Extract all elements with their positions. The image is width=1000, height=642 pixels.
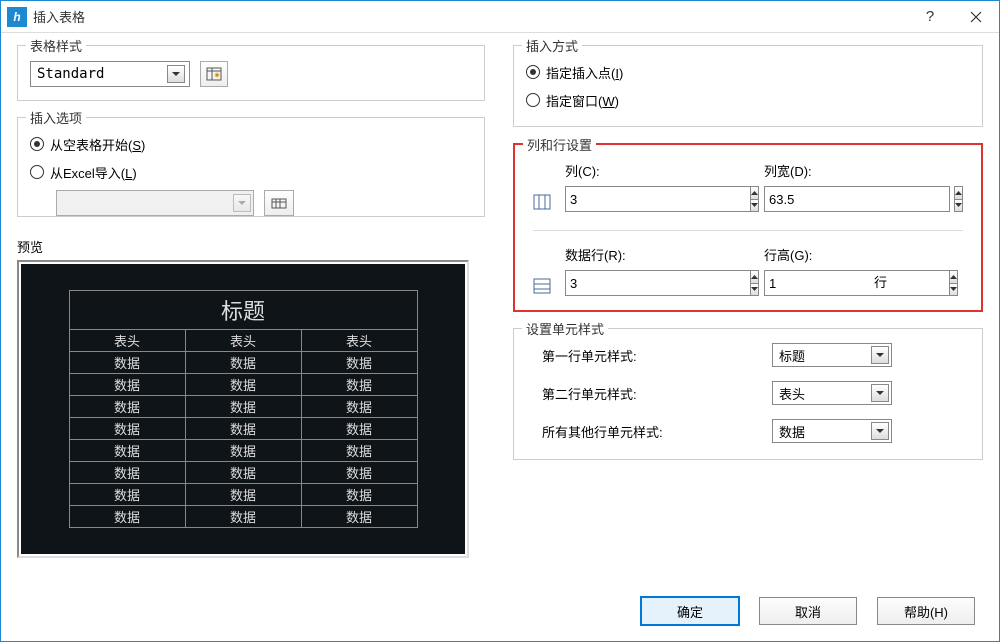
- divider: [533, 230, 963, 231]
- col-width-label: 列宽(D):: [764, 161, 963, 180]
- spinner-icon[interactable]: [954, 186, 963, 212]
- insert-options-group: 插入选项 从空表格开始(S) 从Excel导入(L): [17, 117, 485, 217]
- window-title: 插入表格: [33, 7, 907, 26]
- data-rows-label: 数据行(R):: [565, 245, 764, 264]
- radio-icon: [526, 93, 540, 107]
- chevron-down-icon[interactable]: [167, 65, 185, 83]
- chevron-down-icon: [233, 194, 251, 212]
- row-height-suffix: 行: [874, 270, 887, 296]
- row1-style-dropdown[interactable]: 标题: [772, 343, 892, 367]
- insert-mode-group: 插入方式 指定插入点(I) 指定窗口(W): [513, 45, 983, 127]
- cell-style-legend: 设置单元样式: [522, 319, 608, 338]
- cancel-button[interactable]: 取消: [759, 597, 857, 625]
- launch-style-button[interactable]: [200, 61, 228, 87]
- chevron-down-icon[interactable]: [871, 346, 889, 364]
- cell-style-group: 设置单元样式 第一行单元样式: 标题 第二行单元样式: 表头 所有其他行单元样式…: [513, 328, 983, 460]
- col-width-field[interactable]: [764, 186, 950, 212]
- preview-group: 预览 标题 表头表头表头 数据数据数据 数据数据数据 数据数据数据 数据数据数据…: [17, 233, 485, 558]
- spinner-icon[interactable]: [750, 186, 759, 212]
- cols-field[interactable]: [565, 186, 750, 212]
- browse-excel-button[interactable]: [264, 190, 294, 216]
- col-row-group: 列和行设置 列(C): 列宽(D):: [513, 143, 983, 312]
- ok-button[interactable]: 确定: [641, 597, 739, 625]
- rest-style-dropdown[interactable]: 数据: [772, 419, 892, 443]
- row2-label: 第二行单元样式:: [542, 384, 772, 403]
- row2-style-dropdown[interactable]: 表头: [772, 381, 892, 405]
- dialog-footer: 确定 取消 帮助(H): [1, 593, 999, 629]
- preview-label: 预览: [17, 237, 485, 256]
- help-button[interactable]: ?: [907, 2, 953, 32]
- chevron-down-icon[interactable]: [871, 384, 889, 402]
- help-button[interactable]: 帮助(H): [877, 597, 975, 625]
- radio-icon: [30, 165, 44, 179]
- specify-point-radio[interactable]: 指定插入点(I): [526, 60, 970, 84]
- radio-icon: [30, 137, 44, 151]
- cols-input[interactable]: [565, 186, 667, 212]
- specify-window-radio[interactable]: 指定窗口(W): [526, 88, 970, 112]
- data-rows-input[interactable]: [565, 270, 667, 296]
- table-style-dropdown[interactable]: Standard: [30, 61, 190, 87]
- from-empty-radio[interactable]: 从空表格开始(S): [30, 132, 472, 156]
- chevron-down-icon[interactable]: [871, 422, 889, 440]
- table-style-group: 表格样式 Standard: [17, 45, 485, 101]
- spinner-icon[interactable]: [949, 270, 958, 296]
- app-icon: h: [7, 7, 27, 27]
- insert-mode-legend: 插入方式: [522, 36, 582, 55]
- excel-file-dropdown: [56, 190, 254, 216]
- row-height-label: 行高(G):: [764, 245, 963, 264]
- col-row-legend: 列和行设置: [523, 135, 596, 154]
- spinner-icon[interactable]: [750, 270, 759, 296]
- preview-table: 标题 表头表头表头 数据数据数据 数据数据数据 数据数据数据 数据数据数据 数据…: [69, 290, 418, 528]
- preview-panel: 标题 表头表头表头 数据数据数据 数据数据数据 数据数据数据 数据数据数据 数据…: [17, 260, 469, 558]
- close-button[interactable]: [953, 2, 999, 32]
- rest-label: 所有其他行单元样式:: [542, 422, 772, 441]
- radio-icon: [526, 65, 540, 79]
- cols-label: 列(C):: [565, 161, 764, 180]
- row1-label: 第一行单元样式:: [542, 346, 772, 365]
- table-style-legend: 表格样式: [26, 36, 86, 55]
- columns-icon: [533, 161, 565, 212]
- from-excel-radio[interactable]: 从Excel导入(L): [30, 160, 472, 184]
- row-height-input[interactable]: [764, 270, 866, 296]
- data-rows-field[interactable]: [565, 270, 750, 296]
- insert-options-legend: 插入选项: [26, 108, 86, 127]
- col-width-input[interactable]: [764, 186, 914, 212]
- row-height-field[interactable]: [764, 270, 949, 296]
- rows-icon: [533, 245, 565, 296]
- titlebar: h 插入表格 ?: [1, 1, 999, 33]
- table-style-value: Standard: [37, 66, 167, 82]
